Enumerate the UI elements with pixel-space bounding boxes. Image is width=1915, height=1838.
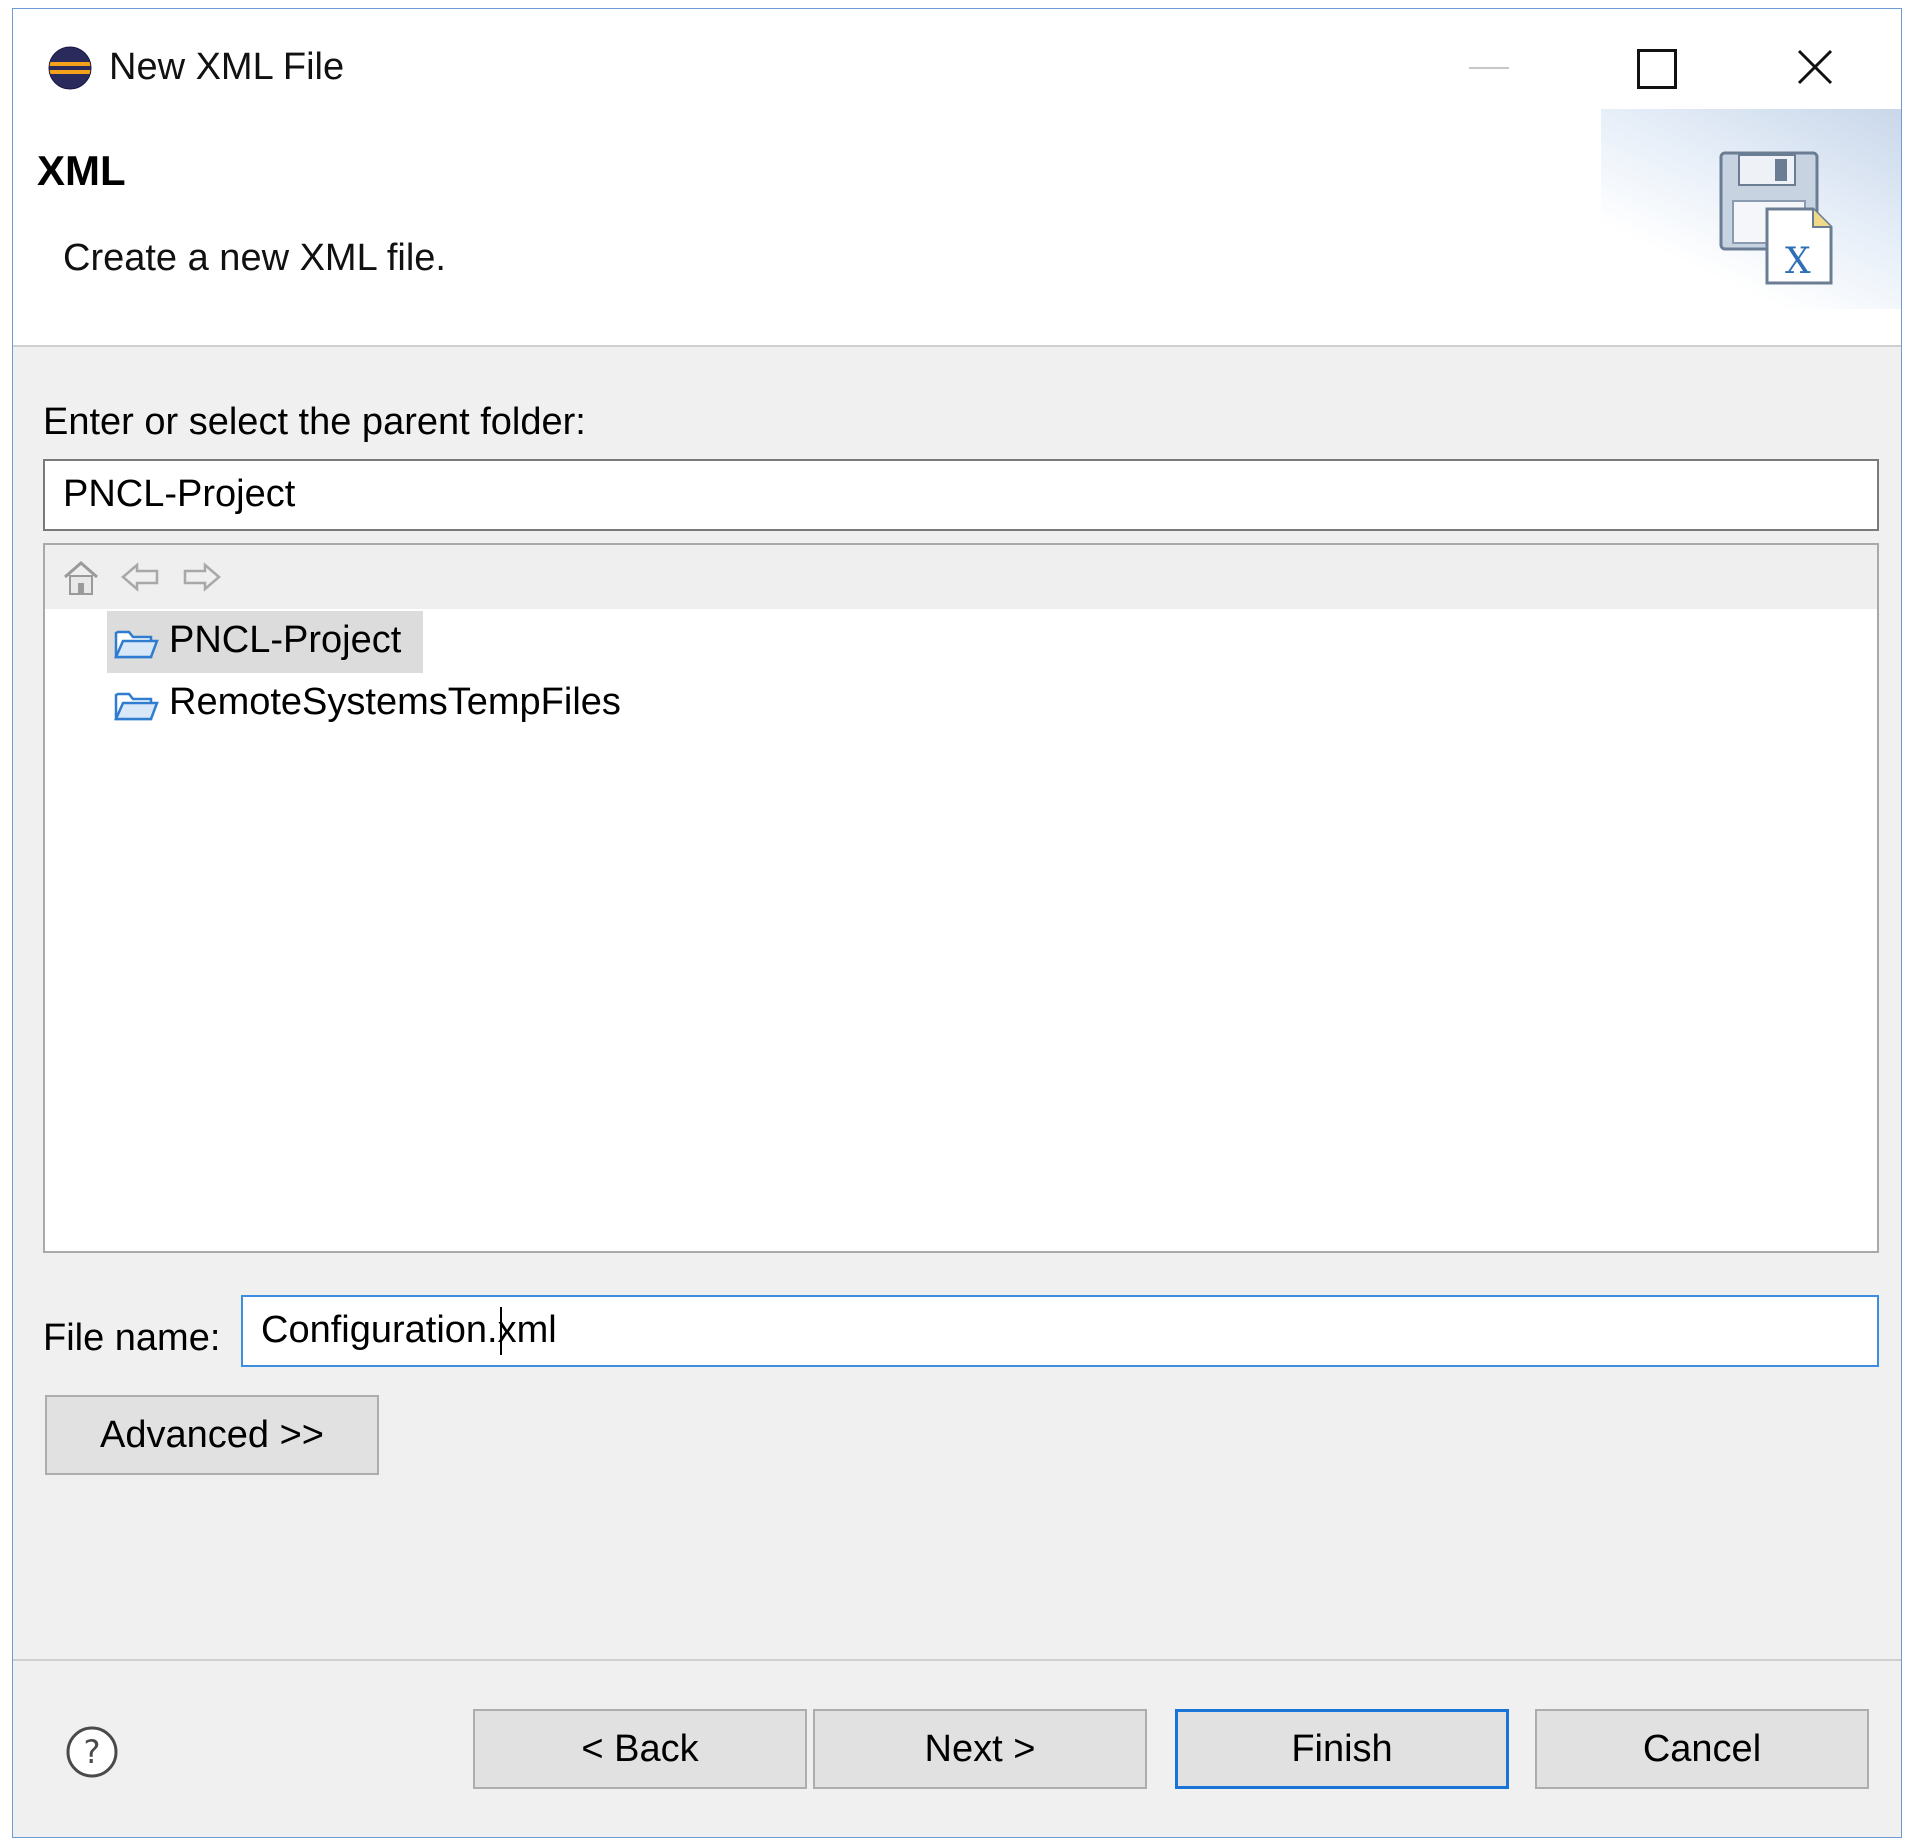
new-xml-file-dialog: New XML File XML Create a new XML file. …	[12, 8, 1902, 1838]
next-button-label: Next >	[924, 1728, 1036, 1770]
back-button-label: < Back	[581, 1728, 699, 1770]
close-button[interactable]	[1761, 27, 1871, 109]
tree-item-remotesystemstempfiles[interactable]: RemoteSystemsTempFiles	[107, 673, 667, 735]
file-name-value: Configuration.xml	[261, 1309, 557, 1351]
parent-folder-input[interactable]: PNCL-Project	[43, 459, 1879, 531]
advanced-button[interactable]: Advanced >>	[45, 1395, 379, 1475]
maximize-button[interactable]	[1601, 27, 1711, 109]
file-name-input[interactable]: Configuration.xml	[241, 1295, 1879, 1367]
home-icon[interactable]	[59, 557, 103, 597]
page-description: Create a new XML file.	[63, 237, 446, 279]
tree-item-label: RemoteSystemsTempFiles	[169, 681, 621, 723]
header-separator	[13, 345, 1901, 347]
maximize-icon	[1637, 49, 1677, 89]
forward-arrow-icon[interactable]	[179, 557, 223, 597]
tree-toolbar	[45, 545, 1877, 609]
back-arrow-icon[interactable]	[119, 557, 163, 597]
help-icon[interactable]: ?	[65, 1725, 119, 1779]
next-button[interactable]: Next >	[813, 1709, 1147, 1789]
eclipse-app-icon	[48, 46, 92, 90]
finish-button-label: Finish	[1291, 1728, 1393, 1770]
svg-text:X: X	[1785, 241, 1811, 282]
window-title: New XML File	[109, 46, 345, 88]
folder-tree[interactable]: PNCL-Project RemoteSystemsTempFiles	[43, 543, 1879, 1253]
title-bar: New XML File	[13, 9, 1901, 109]
advanced-button-label: Advanced >>	[100, 1414, 324, 1456]
file-name-label: File name:	[43, 1317, 221, 1359]
svg-text:?: ?	[84, 1733, 101, 1771]
folder-icon	[114, 630, 159, 659]
back-button[interactable]: < Back	[473, 1709, 807, 1789]
text-caret	[500, 1307, 502, 1355]
page-title: XML	[37, 147, 126, 194]
wizard-header: XML Create a new XML file. X	[13, 109, 1901, 345]
finish-button[interactable]: Finish	[1175, 1709, 1509, 1789]
folder-icon	[114, 692, 159, 721]
cancel-button-label: Cancel	[1642, 1728, 1762, 1770]
tree-item-label: PNCL-Project	[169, 619, 402, 661]
footer-separator	[13, 1659, 1901, 1661]
tree-item-pncl-project[interactable]: PNCL-Project	[107, 611, 423, 673]
minimize-icon	[1469, 67, 1509, 69]
cancel-button[interactable]: Cancel	[1535, 1709, 1869, 1789]
parent-folder-label: Enter or select the parent folder:	[43, 401, 586, 443]
xml-wizard-icon: X	[1719, 151, 1833, 285]
minimize-button[interactable]	[1433, 27, 1543, 109]
close-icon	[1797, 49, 1833, 85]
parent-folder-value: PNCL-Project	[63, 473, 296, 515]
